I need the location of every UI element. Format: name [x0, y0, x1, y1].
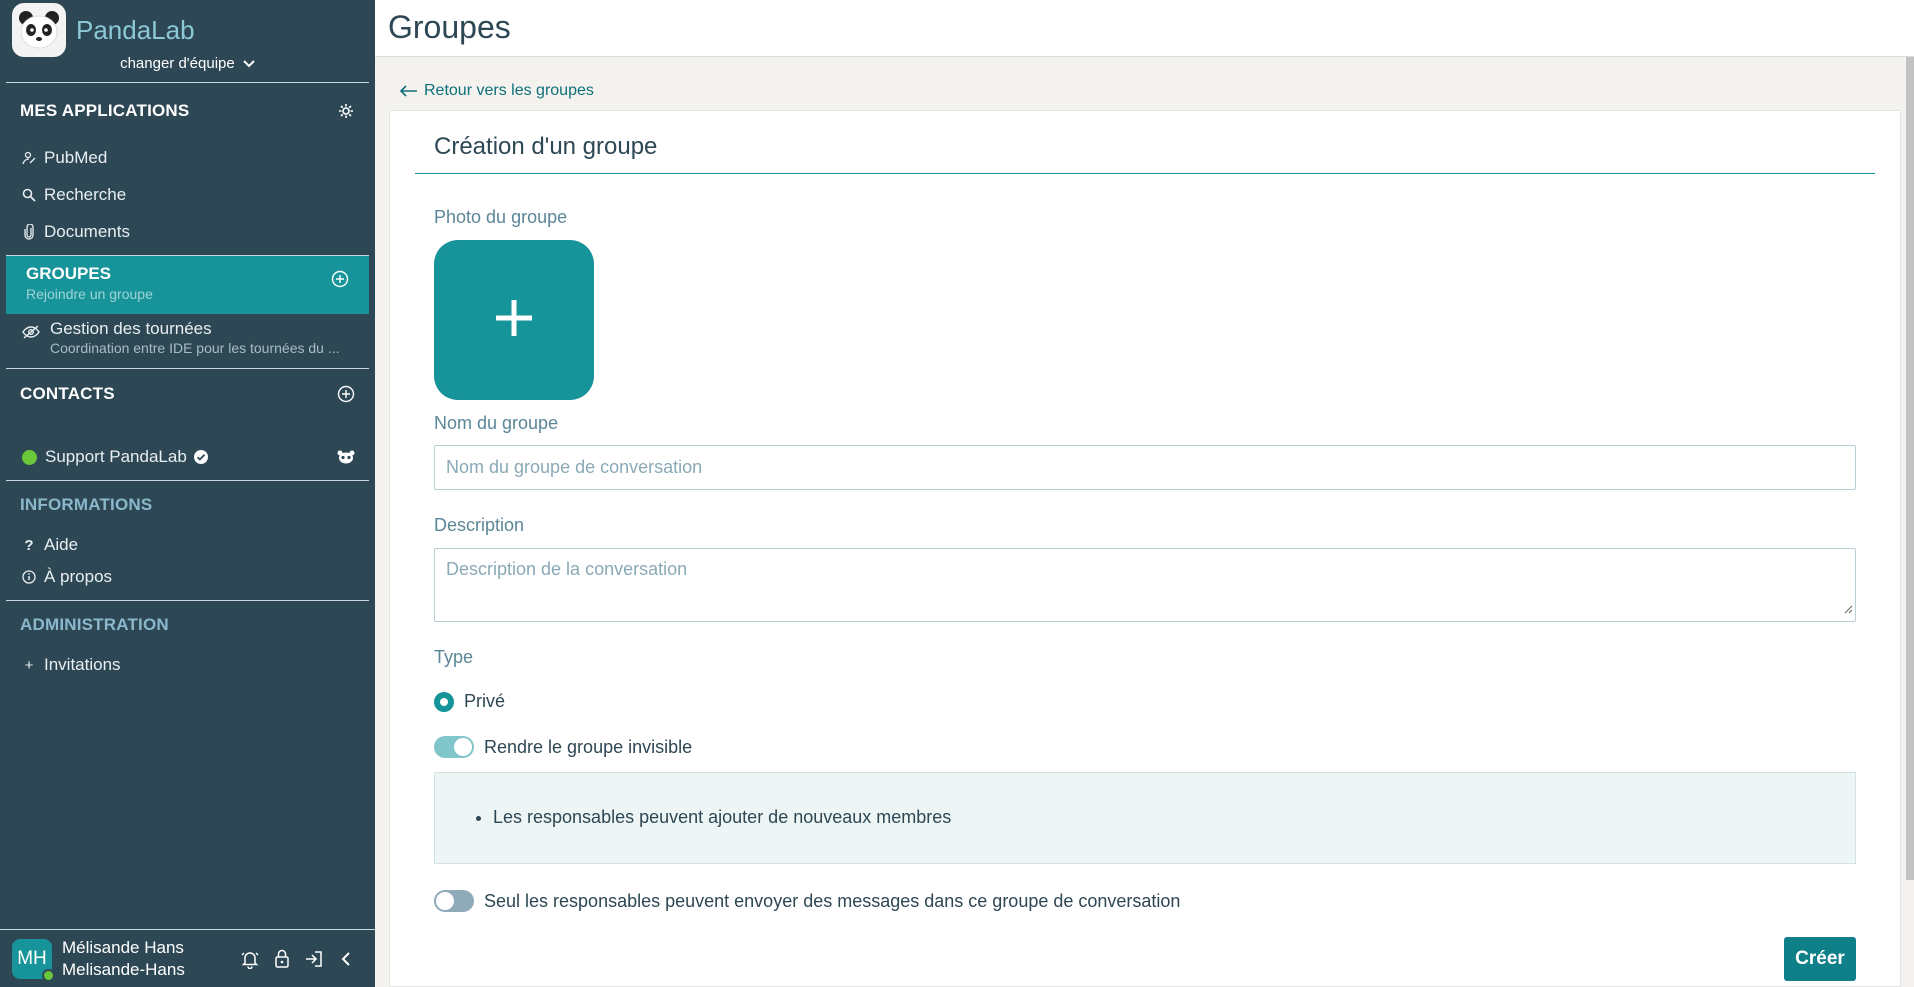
- sidebar-item-recherche[interactable]: Recherche: [0, 176, 375, 213]
- plus-icon: +: [24, 656, 34, 674]
- lock-icon[interactable]: [271, 948, 293, 970]
- group-name-input[interactable]: Nom du groupe de conversation: [434, 445, 1856, 490]
- section-title: GROUPES: [26, 264, 112, 283]
- group-name: Gestion des tournées: [50, 319, 212, 338]
- section-contacts-header: CONTACTS: [0, 369, 375, 419]
- eye-slash-icon: [22, 325, 40, 364]
- section-title: ADMINISTRATION: [20, 615, 169, 634]
- sidebar-item-a-propos[interactable]: À propos: [0, 561, 375, 593]
- verified-badge-icon: [193, 449, 209, 465]
- info-item: Les responsables peuvent ajouter de nouv…: [493, 807, 1855, 828]
- upload-photo-button[interactable]: [434, 240, 594, 400]
- sidebar-item-documents[interactable]: Documents: [0, 213, 375, 250]
- group-description: Coordination entre IDE pour les tournées…: [50, 340, 340, 356]
- description-placeholder: Description de la conversation: [446, 559, 688, 579]
- section-admin-header: ADMINISTRATION: [0, 601, 375, 649]
- form-title: Création d'un groupe: [434, 133, 658, 160]
- invisible-toggle-row[interactable]: Rendre le groupe invisible: [434, 736, 692, 758]
- header: Groupes: [375, 0, 1914, 57]
- admins-only-toggle-row[interactable]: Seul les responsables peuvent envoyer de…: [434, 890, 1180, 912]
- section-title: INFORMATIONS: [20, 495, 153, 514]
- info-icon: [22, 570, 36, 584]
- gear-icon[interactable]: [337, 102, 355, 120]
- section-info-header: INFORMATIONS: [0, 481, 375, 529]
- online-status-dot: [42, 968, 55, 982]
- admins-only-toggle[interactable]: [434, 890, 474, 912]
- sidebar-item-label: Invitations: [44, 655, 121, 674]
- type-label: Type: [434, 647, 474, 667]
- sidebar-item-label: À propos: [44, 567, 113, 586]
- add-group-icon[interactable]: [331, 270, 349, 293]
- panda-logo-icon: [12, 3, 66, 57]
- description-textarea[interactable]: Description de la conversation: [434, 548, 1856, 622]
- sidebar-item-label: Aide: [44, 535, 79, 554]
- search-icon: [22, 188, 36, 202]
- sidebar-item-label: Documents: [44, 221, 130, 241]
- question-icon: ?: [24, 536, 34, 554]
- scrollbar[interactable]: [1906, 57, 1914, 880]
- chevron-down-icon: [243, 56, 255, 72]
- sidebar-item-aide[interactable]: ? Aide: [0, 529, 375, 561]
- user-bar: MH Mélisande Hans Melisande-Hans: [0, 929, 375, 987]
- sidebar-item-invitations[interactable]: + Invitations: [0, 649, 375, 681]
- user-username: Melisande-Hans: [62, 959, 185, 979]
- avatar[interactable]: MH: [12, 938, 55, 982]
- page-title: Groupes: [388, 9, 511, 45]
- sidebar-group-item[interactable]: Gestion des tournées Coordination entre …: [0, 314, 375, 364]
- back-to-groups-link[interactable]: Retour vers les groupes: [400, 82, 594, 100]
- sidebar-item-label: PubMed: [44, 147, 108, 167]
- contact-name: Support PandaLab: [45, 447, 187, 466]
- create-button[interactable]: Créer: [1784, 937, 1856, 981]
- group-name-placeholder: Nom du groupe de conversation: [446, 457, 703, 477]
- section-groups-header[interactable]: GROUPES Rejoindre un groupe: [6, 256, 369, 314]
- panda-icon: [337, 450, 355, 464]
- user-display-name: Mélisande Hans: [62, 937, 184, 957]
- arrow-left-icon: [400, 85, 418, 97]
- brand[interactable]: PandaLab: [0, 0, 375, 60]
- logout-icon[interactable]: [303, 948, 325, 970]
- team-switch-label: changer d'équipe: [120, 55, 235, 72]
- name-label: Nom du groupe: [434, 413, 559, 433]
- plus-icon: [494, 298, 534, 343]
- online-status-dot: [22, 449, 37, 465]
- avatar-initials: MH: [17, 947, 47, 969]
- team-switch[interactable]: changer d'équipe: [0, 56, 375, 82]
- toggle-label: Rendre le groupe invisible: [484, 736, 693, 757]
- create-group-form: Création d'un groupe Photo du groupe Nom…: [389, 110, 1901, 987]
- photo-label: Photo du groupe: [434, 207, 568, 227]
- description-label: Description: [434, 515, 525, 535]
- info-box: Les responsables peuvent ajouter de nouv…: [434, 772, 1856, 864]
- sidebar-item-pubmed[interactable]: PubMed: [0, 139, 375, 176]
- radio-button[interactable]: [434, 691, 454, 712]
- back-link-label: Retour vers les groupes: [424, 82, 594, 99]
- type-radio-prive[interactable]: Privé: [434, 691, 505, 712]
- pubmed-icon: [22, 151, 36, 165]
- section-my-apps-header: MES APPLICATIONS: [0, 83, 375, 139]
- join-group-link[interactable]: Rejoindre un groupe: [26, 286, 349, 302]
- paperclip-icon: [22, 223, 36, 240]
- toggle-label: Seul les responsables peuvent envoyer de…: [484, 890, 1181, 911]
- section-title: CONTACTS: [20, 384, 115, 403]
- notification-bell-icon[interactable]: [239, 948, 261, 970]
- invisible-toggle[interactable]: [434, 736, 474, 758]
- radio-label: Privé: [464, 691, 506, 711]
- add-contact-icon[interactable]: [337, 385, 355, 403]
- brand-name: PandaLab: [76, 14, 195, 45]
- section-title: MES APPLICATIONS: [20, 101, 190, 120]
- resize-handle-icon[interactable]: [1843, 598, 1853, 619]
- sidebar: PandaLab changer d'équipe MES APPLICATIO…: [0, 0, 375, 987]
- sidebar-item-label: Recherche: [44, 184, 127, 204]
- divider: [415, 173, 1875, 174]
- collapse-sidebar-icon[interactable]: [335, 948, 357, 970]
- contact-item[interactable]: Support PandaLab: [0, 437, 375, 477]
